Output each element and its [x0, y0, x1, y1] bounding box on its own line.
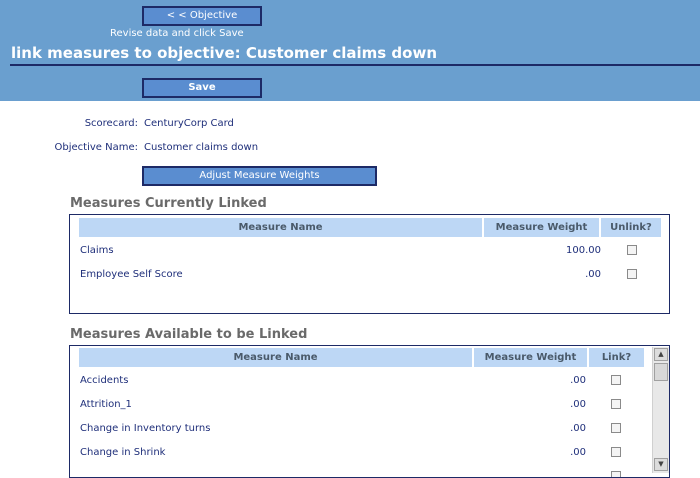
table-row: Attrition_1 .00 [79, 393, 644, 417]
scorecard-label: Scorecard: [84, 118, 138, 129]
link-checkbox[interactable] [611, 447, 621, 457]
unlink-checkbox[interactable] [627, 245, 637, 255]
measure-name: Employee Self Score [80, 269, 183, 280]
linked-section-title: Measures Currently Linked [70, 196, 267, 211]
table-row: Accidents .00 [79, 369, 644, 393]
scroll-down-icon[interactable]: ▼ [654, 458, 668, 471]
column-header-link: Link? [601, 352, 632, 363]
measure-name: Claims [80, 245, 114, 256]
table-row-partial [79, 465, 644, 477]
scroll-up-icon[interactable]: ▲ [654, 348, 668, 361]
available-measures-table: Measure Name Measure Weight Link? Accide… [69, 345, 670, 478]
available-section-title: Measures Available to be Linked [70, 327, 308, 342]
page-title: link measures to objective: Customer cla… [11, 44, 438, 62]
measure-name: Attrition_1 [80, 399, 132, 410]
link-checkbox[interactable] [611, 471, 621, 477]
column-header-unlink: Unlink? [610, 222, 652, 233]
measure-weight: .00 [570, 375, 586, 386]
measure-weight: 100.00 [566, 245, 601, 256]
objective-name-value: Customer claims down [144, 142, 259, 153]
measure-weight: .00 [570, 423, 586, 434]
title-divider [10, 64, 700, 66]
measure-weight: .00 [570, 399, 586, 410]
link-checkbox[interactable] [611, 375, 621, 385]
column-header-measure-weight: Measure Weight [474, 348, 589, 367]
measure-weight: .00 [570, 447, 586, 458]
measure-name: Change in Shrink [80, 447, 166, 458]
column-header-measure-weight: Measure Weight [484, 218, 601, 237]
column-header-measure-name: Measure Name [79, 218, 484, 237]
link-checkbox[interactable] [611, 399, 621, 409]
adjust-measure-weights-button[interactable]: Adjust Measure Weights [142, 166, 377, 186]
objective-name-label: Objective Name: [54, 142, 138, 153]
column-header-measure-name: Measure Name [79, 348, 474, 367]
measure-weight: .00 [585, 269, 601, 280]
measure-name: Accidents [80, 375, 129, 386]
table-row: Claims 100.00 [79, 239, 661, 263]
table-header: Measure Name Measure Weight Link? [79, 348, 644, 367]
table-row: Employee Self Score .00 [79, 263, 661, 287]
header-bar: < < Objective Revise data and click Save… [0, 0, 700, 101]
table-scrollbar[interactable]: ▲ ▼ [652, 347, 669, 473]
scorecard-value: CenturyCorp Card [144, 118, 234, 129]
back-to-objective-button[interactable]: < < Objective [142, 6, 262, 26]
table-row: Change in Inventory turns .00 [79, 417, 644, 441]
link-checkbox[interactable] [611, 423, 621, 433]
save-button[interactable]: Save [142, 78, 262, 98]
instruction-text: Revise data and click Save [110, 28, 244, 39]
scroll-thumb[interactable] [654, 363, 668, 381]
linked-measures-table: Measure Name Measure Weight Unlink? Clai… [69, 214, 670, 314]
measure-name: Change in Inventory turns [80, 423, 211, 434]
table-row: Change in Shrink .00 [79, 441, 644, 465]
unlink-checkbox[interactable] [627, 269, 637, 279]
table-header: Measure Name Measure Weight Unlink? [79, 218, 661, 237]
